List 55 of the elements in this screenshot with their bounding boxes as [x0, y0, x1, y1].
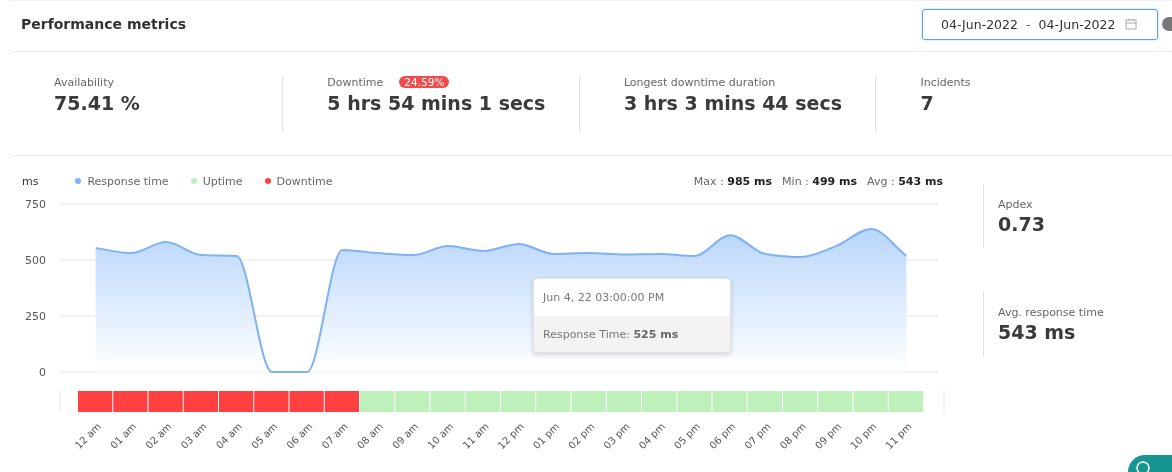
x-tick-label: 09 pm — [812, 420, 844, 452]
stat-value: 75.41 % — [54, 91, 141, 114]
x-tick-label: 01 pm — [530, 420, 562, 452]
stat-label: Availability — [54, 75, 114, 89]
legend-item[interactable]: Uptime — [190, 174, 243, 188]
summary-stat: Max : 985 ms — [693, 174, 773, 188]
x-tick-label: 06 pm — [707, 420, 738, 452]
x-tick-label: 02 pm — [566, 420, 597, 452]
x-tick-label: 05 pm — [671, 420, 703, 452]
summary-stat: Avg : 543 ms — [867, 174, 943, 188]
stat-label: Apdex — [998, 197, 1034, 211]
date-range-field[interactable]: 04-Jun-2022 - 04-Jun-2022 — [922, 8, 1158, 40]
x-tick-label: 11 pm — [883, 420, 914, 452]
x-tick-label: 08 pm — [777, 420, 809, 452]
percent-badge: 24.59% — [399, 76, 450, 88]
help-icon — [1136, 461, 1150, 472]
tooltip-value: Response Time: 525 ms — [543, 327, 679, 341]
x-tick-label: 04 pm — [636, 420, 668, 452]
info-icon[interactable] — [1162, 17, 1172, 31]
legend-item[interactable]: Response time — [75, 174, 169, 188]
tooltip-title: Jun 4, 22 03:00:00 PM — [543, 291, 665, 304]
x-tick-label: 04 am — [213, 420, 245, 451]
summary-stat: Min : 499 ms — [782, 174, 858, 188]
x-tick-label: 10 am — [425, 420, 456, 451]
x-tick-label: 08 am — [354, 420, 386, 451]
stat-value: 0.73 — [998, 212, 1046, 235]
y-tick-label: 0 — [39, 366, 46, 379]
stat-label: Downtime — [327, 75, 384, 89]
x-tick-label: 05 am — [249, 420, 280, 451]
legend-item[interactable]: Downtime — [264, 174, 333, 188]
x-tick-label: 07 pm — [742, 420, 773, 452]
stat-value: 5 hrs 54 mins 1 secs — [327, 91, 547, 114]
x-tick-label: 07 am — [319, 420, 350, 451]
x-tick-label: 01 am — [108, 420, 139, 451]
y-tick-label: 750 — [25, 198, 46, 211]
stat-label: Avg. response time — [998, 305, 1104, 319]
stat-value: 543 ms — [998, 320, 1077, 343]
x-tick-label: 12 am — [72, 420, 104, 451]
calendar-icon — [1125, 18, 1138, 30]
y-tick-label: 500 — [25, 254, 46, 267]
stat-value: 3 hrs 3 mins 44 secs — [623, 91, 843, 114]
x-tick-label: 06 am — [284, 420, 315, 451]
stat-label: Longest downtime duration — [623, 75, 776, 89]
x-tick-label: 10 pm — [848, 420, 879, 452]
x-tick-label: 03 am — [178, 420, 209, 451]
page-title: Performance metrics — [21, 16, 187, 32]
stat-label: Incidents — [920, 75, 971, 89]
x-tick-label: 03 pm — [601, 420, 632, 452]
x-tick-label: 11 am — [460, 420, 491, 451]
y-tick-label: 250 — [25, 310, 46, 323]
stat-value: 7 — [920, 91, 935, 114]
x-tick-label: 12 pm — [495, 420, 527, 452]
x-tick-label: 09 am — [390, 420, 421, 451]
axis-unit: ms — [22, 174, 39, 188]
x-tick-label: 02 am — [143, 420, 174, 451]
